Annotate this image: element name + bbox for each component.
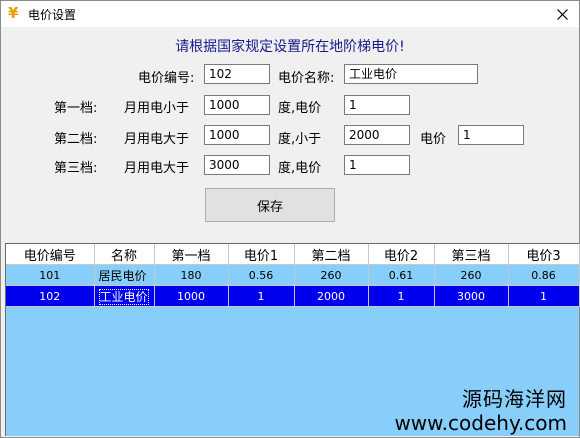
tier2-unit-label: 度,小于 [278, 132, 322, 147]
tier2-price-input[interactable]: 1 [458, 125, 524, 145]
table-cell[interactable]: 0.56 [228, 264, 295, 286]
table-cell[interactable]: 180 [154, 264, 229, 286]
column-header[interactable]: 第一档 [154, 244, 229, 265]
table-row[interactable]: 101 居民电价 180 0.56 260 0.61 260 0.86 [6, 264, 580, 286]
yen-icon: ¥ [8, 4, 19, 22]
instruction-heading: 请根据国家规定设置所在地阶梯电价! [175, 39, 405, 55]
tier3-usage-label: 月用电大于 [124, 161, 190, 176]
table-cell[interactable]: 101 [6, 264, 95, 286]
tier3-unit-label: 度,电价 [278, 161, 322, 176]
close-button[interactable] [545, 1, 579, 27]
table-row-selected[interactable]: 102 工业电价 1000 1 2000 1 3000 1 [6, 285, 580, 307]
table-cell[interactable]: 260 [434, 264, 509, 286]
tier2-usage-label: 月用电大于 [124, 132, 190, 147]
dialog-window: ¥ 电价设置 请根据国家规定设置所在地阶梯电价! 电价编号: 102 电价名称:… [0, 0, 580, 438]
column-header[interactable]: 电价3 [508, 244, 580, 265]
watermark-url: www.codehy.com [394, 411, 567, 435]
table-cell[interactable]: 2000 [294, 285, 369, 307]
table-cell[interactable]: 0.86 [508, 264, 580, 286]
window-title: 电价设置 [28, 8, 77, 22]
tier1-usage-label: 月用电小于 [124, 101, 190, 116]
tier3-price-input[interactable]: 1 [344, 155, 410, 175]
watermark: 源码海洋网 www.codehy.com [394, 387, 567, 435]
column-header[interactable]: 第二档 [294, 244, 369, 265]
price-table: 电价编号 名称 第一档 电价1 第二档 电价2 第三档 电价3 101 居民电价… [6, 244, 580, 307]
tier3-usage-input[interactable]: 3000 [204, 155, 270, 175]
title-bar[interactable]: ¥ 电价设置 [1, 1, 579, 27]
save-button[interactable]: 保存 [205, 188, 335, 222]
table-cell[interactable]: 居民电价 [94, 264, 155, 286]
name-label: 电价名称: [278, 71, 335, 86]
table-cell[interactable]: 3000 [434, 285, 509, 307]
watermark-title: 源码海洋网 [462, 387, 567, 411]
column-header[interactable]: 电价2 [368, 244, 435, 265]
column-header[interactable]: 名称 [94, 244, 155, 265]
close-icon [556, 8, 568, 20]
code-input[interactable]: 102 [204, 64, 270, 84]
tier2-usage-input[interactable]: 1000 [204, 125, 270, 145]
tier3-label: 第三档: [54, 161, 98, 176]
table-cell[interactable]: 1000 [154, 285, 229, 307]
focused-cell-text: 工业电价 [98, 288, 149, 305]
tier2-limit-input[interactable]: 2000 [344, 125, 410, 145]
table-header-row: 电价编号 名称 第一档 电价1 第二档 电价2 第三档 电价3 [6, 244, 580, 265]
tier1-usage-input[interactable]: 1000 [204, 95, 270, 115]
tier1-unit-label: 度,电价 [278, 101, 322, 116]
table-cell[interactable]: 102 [6, 285, 95, 307]
table-cell[interactable]: 工业电价 [94, 285, 155, 307]
tier2-price-label: 电价 [420, 132, 447, 147]
column-header[interactable]: 第三档 [434, 244, 509, 265]
column-header[interactable]: 电价编号 [6, 244, 95, 265]
table-cell[interactable]: 1 [228, 285, 295, 307]
table-cell[interactable]: 260 [294, 264, 369, 286]
tier2-label: 第二档: [54, 132, 98, 147]
table-cell[interactable]: 0.61 [368, 264, 435, 286]
tier1-label: 第一档: [54, 101, 98, 116]
code-label: 电价编号: [138, 71, 195, 86]
tier1-price-input[interactable]: 1 [344, 95, 410, 115]
table-cell[interactable]: 1 [368, 285, 435, 307]
column-header[interactable]: 电价1 [228, 244, 295, 265]
table-cell[interactable]: 1 [508, 285, 580, 307]
name-input[interactable]: 工业电价 [344, 64, 478, 84]
